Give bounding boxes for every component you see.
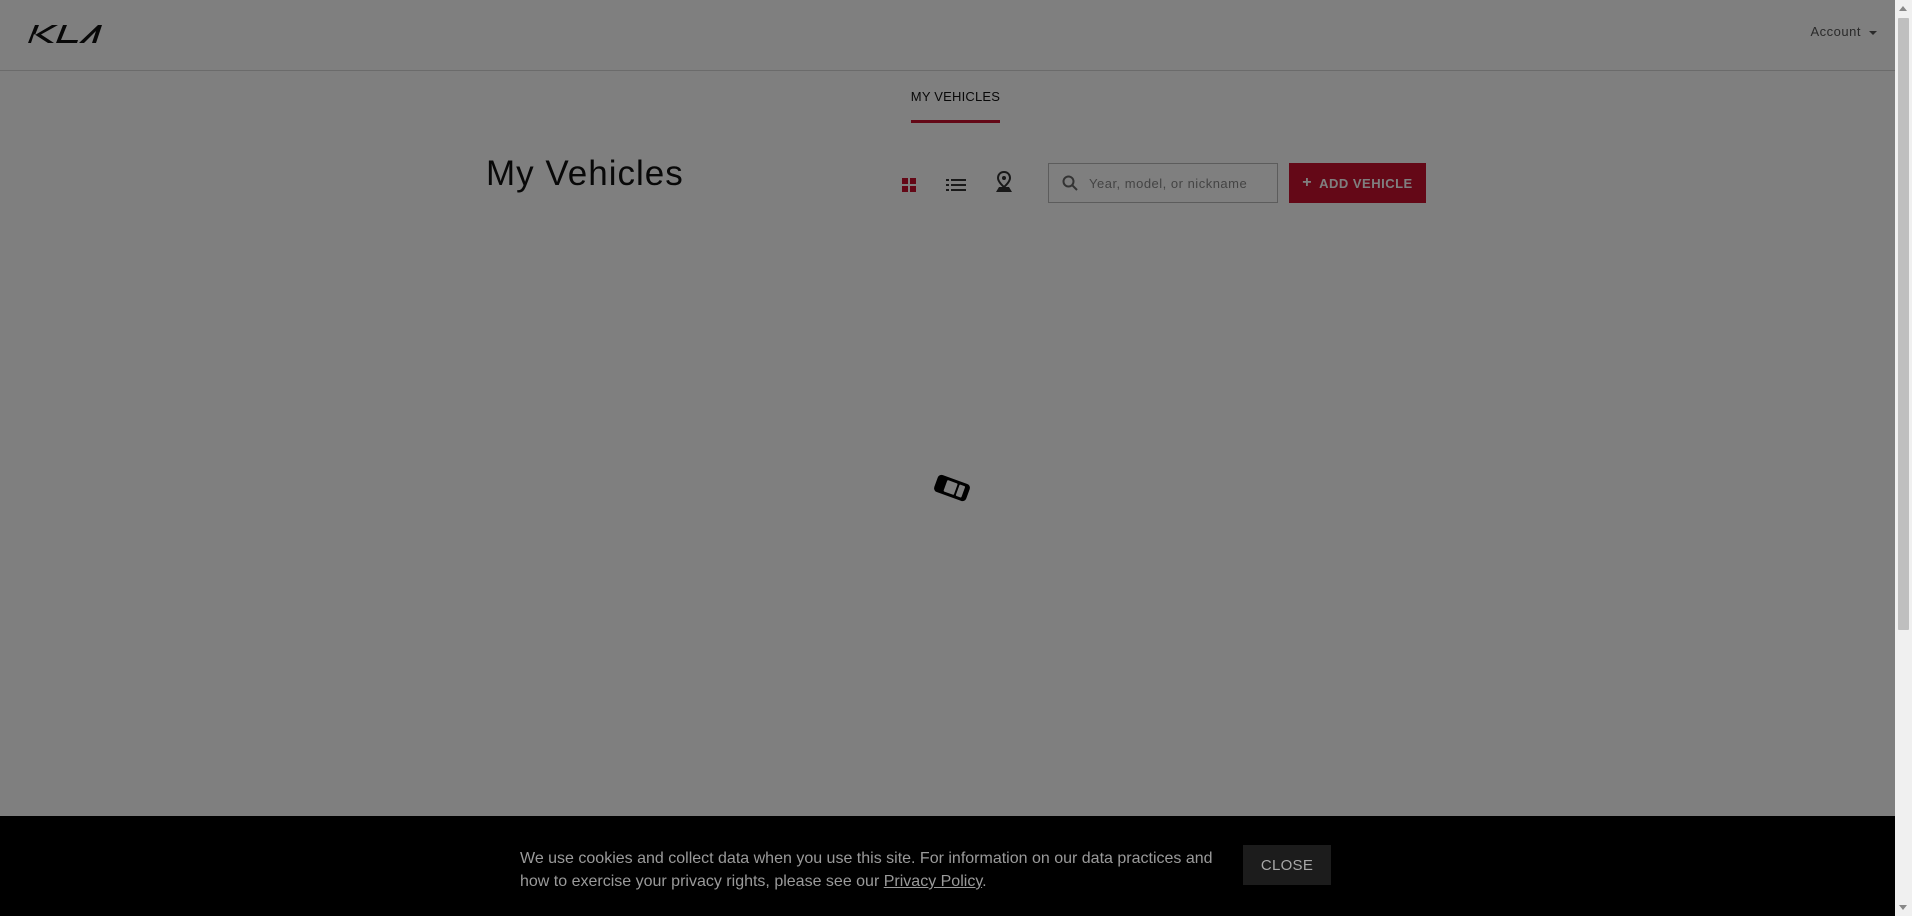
privacy-policy-link[interactable]: Privacy Policy <box>884 873 982 890</box>
scrollbar[interactable] <box>1895 0 1912 916</box>
cookie-text: We use cookies and collect data when you… <box>520 850 1213 890</box>
modal-overlay[interactable] <box>0 0 1895 916</box>
cookie-message: We use cookies and collect data when you… <box>520 847 1220 893</box>
scroll-down-icon[interactable] <box>1899 905 1907 910</box>
scroll-up-icon[interactable] <box>1899 6 1907 11</box>
cookie-text-end: . <box>982 873 987 890</box>
cookie-banner: We use cookies and collect data when you… <box>0 816 1895 916</box>
cookie-close-button[interactable]: CLOSE <box>1243 845 1331 885</box>
scrollbar-thumb[interactable] <box>1898 18 1909 630</box>
